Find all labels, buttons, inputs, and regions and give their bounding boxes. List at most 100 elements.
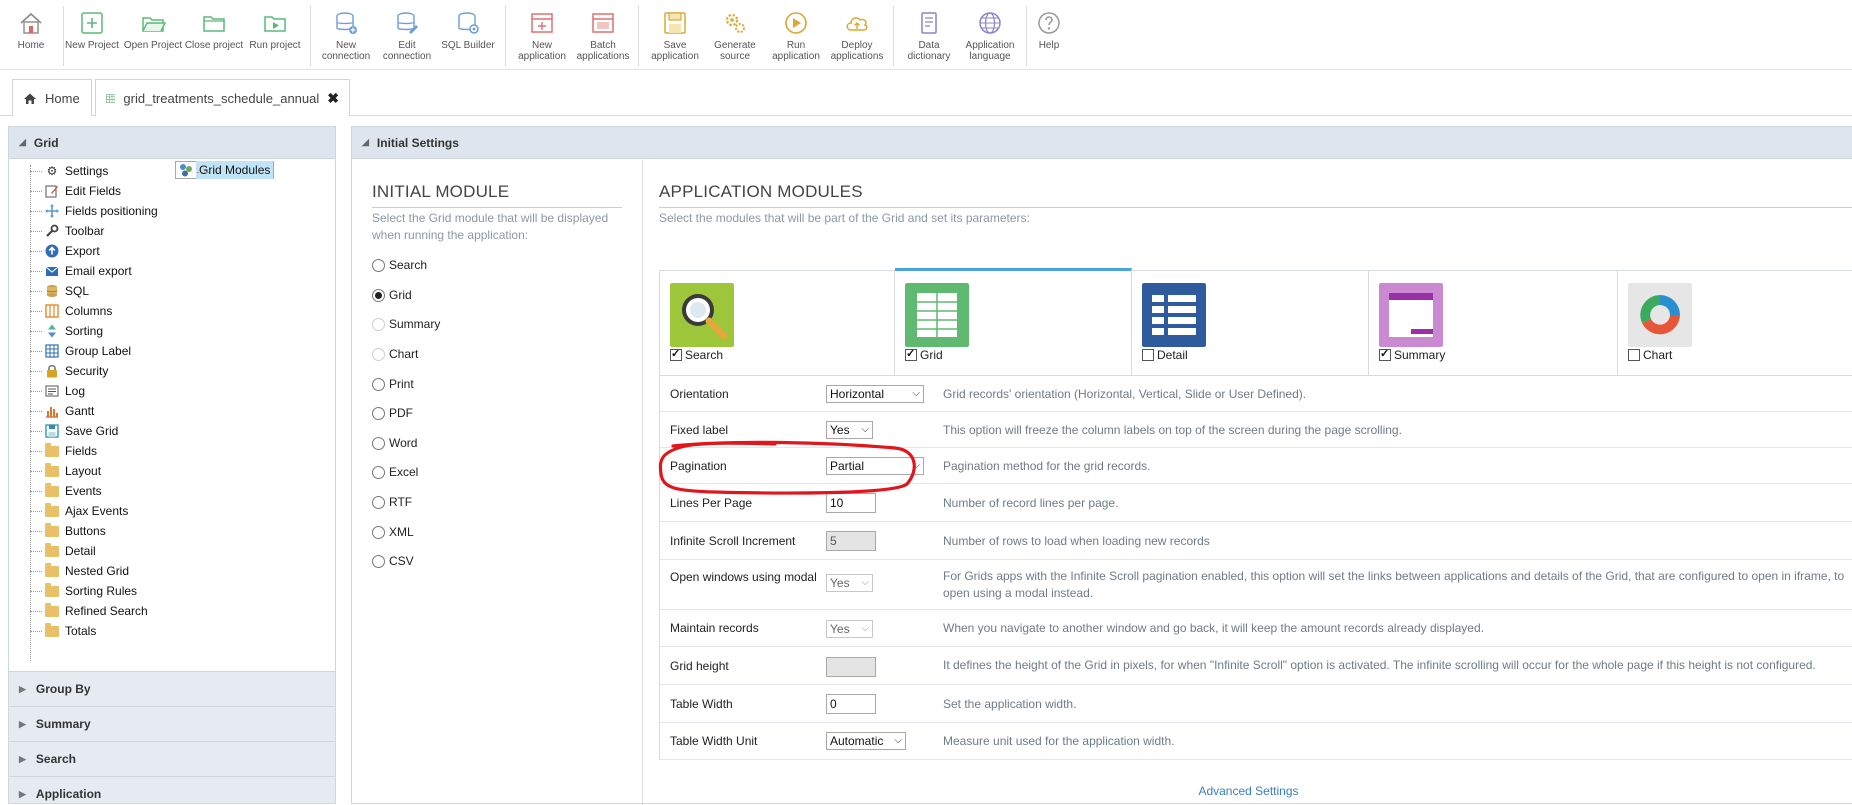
sidebar-item-security[interactable]: Security [9, 361, 335, 381]
new-project-button[interactable]: New Project [61, 8, 123, 64]
edit-connection-label: Edit connection [382, 40, 432, 62]
generate-source-button[interactable]: Generate source [704, 8, 766, 64]
sidebar-group-search[interactable]: ▶ Search [9, 741, 335, 776]
sidebar-group-summary[interactable]: ▶ Summary [9, 706, 335, 741]
sidebar-item-sorting-rules[interactable]: Sorting Rules [9, 581, 335, 601]
radio-button[interactable] [372, 525, 385, 539]
new-application-button[interactable]: New application [511, 8, 573, 64]
sidebar-group-application[interactable]: ▶ Application [9, 776, 335, 803]
radio-button[interactable] [372, 554, 385, 568]
sidebar-item-edit-fields[interactable]: Edit Fields [9, 181, 335, 201]
detail-module-checkbox[interactable] [1142, 349, 1154, 361]
close-tab-icon[interactable]: ✖ [327, 90, 339, 107]
move-icon [45, 204, 59, 218]
radio-word[interactable]: Word [372, 434, 417, 452]
radio-button-selected[interactable] [372, 288, 385, 302]
module-tab-grid[interactable]: Grid [895, 268, 1132, 375]
pagination-select[interactable]: Partial ⌵ [826, 457, 924, 475]
tab-home-label: Home [45, 90, 80, 106]
folder-icon [45, 602, 59, 618]
sidebar-item-email-export[interactable]: Email export [9, 261, 335, 281]
radio-search[interactable]: Search [372, 256, 427, 274]
module-tab-detail[interactable]: Detail [1132, 271, 1369, 375]
fixed-label-select[interactable]: Yes ⌵ [826, 421, 873, 439]
radio-button[interactable] [372, 258, 385, 272]
sidebar-item-ajax-events[interactable]: Ajax Events [9, 501, 335, 521]
module-tab-summary[interactable]: Summary [1369, 271, 1618, 375]
radio-summary[interactable]: Summary [372, 315, 440, 333]
property-help: It defines the height of the Grid in pix… [943, 658, 1816, 672]
close-project-button[interactable]: Close project [183, 8, 245, 64]
document-tab-bar: Home grid_treatments_schedule_annual ✖ [0, 70, 1852, 116]
application-language-button[interactable]: Application language [959, 8, 1021, 64]
grid-module-checkbox[interactable] [905, 347, 917, 361]
radio-rtf[interactable]: RTF [372, 493, 412, 511]
application-modules-title: APPLICATION MODULES [659, 182, 863, 201]
tab-home[interactable]: Home [12, 79, 92, 116]
radio-button[interactable] [372, 436, 385, 450]
radio-xml[interactable]: XML [372, 523, 414, 541]
summary-module-checkbox[interactable] [1379, 347, 1391, 361]
radio-print[interactable]: Print [372, 375, 414, 393]
new-connection-button[interactable]: New connection [315, 8, 377, 64]
sidebar-item-save-grid[interactable]: Save Grid [9, 421, 335, 441]
run-application-button[interactable]: Run application [765, 8, 827, 64]
sidebar-item-log[interactable]: Log [9, 381, 335, 401]
sql-builder-button[interactable]: SQL Builder [437, 8, 499, 64]
radio-grid[interactable]: Grid [372, 286, 412, 304]
batch-applications-button[interactable]: Batch applications [572, 8, 634, 64]
table-width-input[interactable]: 0 [826, 694, 876, 714]
sidebar-item-fields-positioning[interactable]: Fields positioning [9, 201, 335, 221]
sidebar-item-layout[interactable]: Layout [9, 461, 335, 481]
sidebar-item-gantt[interactable]: Gantt [9, 401, 335, 421]
open-project-button[interactable]: Open Project [122, 8, 184, 64]
sidebar-item-toolbar[interactable]: Toolbar [9, 221, 335, 241]
sidebar-item-sql[interactable]: SQL [9, 281, 335, 301]
edit-connection-button[interactable]: Edit connection [376, 8, 438, 64]
radio-button[interactable] [372, 377, 385, 391]
sidebar-item-events[interactable]: Events [9, 481, 335, 501]
sidebar-item-refined-search[interactable]: Refined Search [9, 601, 335, 621]
radio-pdf[interactable]: PDF [372, 404, 413, 422]
radio-button[interactable] [372, 406, 385, 420]
module-tab-chart[interactable]: Chart [1618, 271, 1852, 375]
chart-module-icon [1628, 283, 1692, 347]
home-button[interactable]: Home [0, 8, 62, 64]
table-width-unit-select[interactable]: Automatic ⌵ [826, 732, 906, 750]
initial-settings-header[interactable]: ◢ Initial Settings [352, 127, 1852, 159]
tab-grid-treatments-schedule-annual[interactable]: grid_treatments_schedule_annual ✖ [95, 79, 350, 116]
folder-icon [45, 502, 59, 518]
search-module-checkbox[interactable] [670, 347, 682, 361]
sidebar-item-settings[interactable]: ⚙ Settings [9, 161, 335, 181]
help-button[interactable]: Help [1018, 8, 1080, 64]
sidebar-item-group-label[interactable]: Group Label [9, 341, 335, 361]
select-value: Yes [830, 622, 850, 636]
save-application-button[interactable]: Save application [644, 8, 706, 64]
sidebar-item-totals[interactable]: Totals [9, 621, 335, 641]
sidebar-item-fields[interactable]: Fields [9, 441, 335, 461]
sidebar-item-export[interactable]: Export [9, 241, 335, 261]
orientation-select[interactable]: Horizontal ⌵ [826, 385, 924, 403]
radio-button[interactable] [372, 495, 385, 509]
chart-module-checkbox[interactable] [1628, 349, 1640, 361]
sidebar-item-sorting[interactable]: Sorting [9, 321, 335, 341]
data-dictionary-button[interactable]: Data dictionary [898, 8, 960, 64]
radio-chart[interactable]: Chart [372, 345, 418, 363]
deploy-applications-button[interactable]: Deploy applications [826, 8, 888, 64]
advanced-settings-link[interactable]: Advanced Settings [644, 784, 1852, 798]
module-tab-search[interactable]: Search [660, 271, 895, 375]
sidebar-item-detail[interactable]: Detail [9, 541, 335, 561]
sidebar-item-nested-grid[interactable]: Nested Grid [9, 561, 335, 581]
radio-csv[interactable]: CSV [372, 552, 414, 570]
sidebar-section-grid[interactable]: ◢ Grid [9, 127, 335, 159]
generate-source-icon [725, 13, 745, 33]
lines-per-page-input[interactable]: 10 [826, 493, 876, 513]
new-connection-label: New connection [321, 40, 371, 62]
run-project-button[interactable]: Run project [244, 8, 306, 64]
radio-button-disabled [372, 347, 385, 361]
radio-button[interactable] [372, 465, 385, 479]
radio-excel[interactable]: Excel [372, 463, 418, 481]
sidebar-item-buttons[interactable]: Buttons [9, 521, 335, 541]
sidebar-item-columns[interactable]: Columns [9, 301, 335, 321]
sidebar-group-group-by[interactable]: ▶ Group By [9, 671, 335, 706]
